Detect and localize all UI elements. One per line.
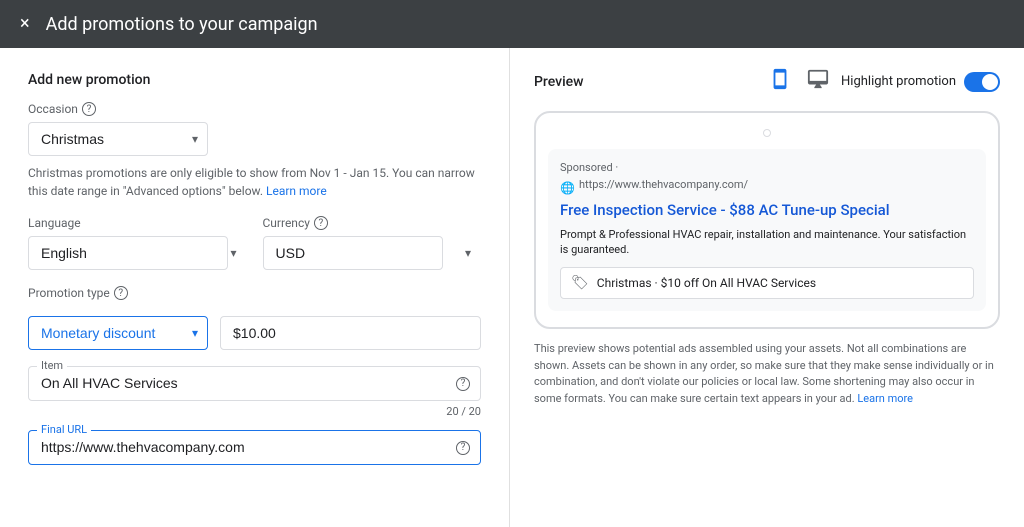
highlight-label: Highlight promotion (841, 74, 956, 89)
language-field: Language English Spanish French ▾ (28, 216, 247, 270)
promo-type-help-icon[interactable]: ? (114, 286, 128, 300)
occasion-help-icon[interactable]: ? (82, 102, 96, 116)
currency-select-wrapper: USD EUR GBP ▾ (263, 236, 482, 270)
currency-select[interactable]: USD EUR GBP (263, 236, 443, 270)
desktop-device-icon[interactable] (807, 68, 829, 95)
amount-wrapper (220, 316, 481, 350)
currency-dropdown-icon: ▾ (465, 246, 471, 260)
highlight-toggle: Highlight promotion (841, 72, 1000, 92)
promo-type-row: Monetary discount Percent discount Up to… (28, 316, 481, 350)
language-label: Language (28, 216, 247, 230)
occasion-select-wrapper: Christmas No occasion New Year's Valenti… (28, 122, 208, 156)
currency-field: Currency ? USD EUR GBP ▾ (263, 216, 482, 270)
promo-type-select-wrapper: Monetary discount Percent discount Up to… (28, 316, 208, 350)
ad-description: Prompt & Professional HVAC repair, insta… (560, 227, 974, 258)
item-input[interactable] (41, 375, 444, 391)
final-url-input[interactable] (41, 439, 444, 455)
sponsored-line: Sponsored · (560, 161, 974, 174)
ad-url-line: 🌐 https://www.thehvacompany.com/ (560, 178, 974, 197)
language-select-wrapper: English Spanish French ▾ (28, 236, 247, 270)
language-select[interactable]: English Spanish French (28, 236, 228, 270)
occasion-select[interactable]: Christmas No occasion New Year's Valenti… (28, 122, 208, 156)
item-floating-label: Item (37, 359, 67, 372)
left-panel: Add new promotion Occasion ? Christmas N… (0, 48, 510, 527)
ad-url: https://www.thehvacompany.com/ (579, 178, 748, 191)
url-field-wrapper: Final URL ? (28, 430, 481, 465)
url-floating-label: Final URL (37, 423, 91, 436)
occasion-info-text: Christmas promotions are only eligible t… (28, 164, 481, 200)
preview-title: Preview (534, 74, 757, 90)
device-icons (769, 68, 829, 95)
mobile-device-icon[interactable] (769, 68, 791, 95)
language-currency-row: Language English Spanish French ▾ Curren… (28, 216, 481, 270)
dialog-title: Add promotions to your campaign (46, 14, 318, 35)
promo-tag-text: Christmas · $10 off On All HVAC Services (597, 276, 816, 290)
globe-icon: 🌐 (560, 181, 575, 195)
promotion-tag: 🏷 Christmas · $10 off On All HVAC Servic… (560, 267, 974, 299)
item-help-icon[interactable]: ? (456, 377, 470, 391)
amount-input[interactable] (220, 316, 481, 350)
section-title: Add new promotion (28, 72, 481, 88)
preview-header: Preview Highlight promotion (534, 68, 1000, 95)
main-content: Add new promotion Occasion ? Christmas N… (0, 48, 1024, 527)
phone-top-dot (763, 129, 771, 137)
url-help-icon[interactable]: ? (456, 441, 470, 455)
occasion-label: Occasion ? (28, 102, 481, 116)
close-button[interactable]: × (20, 15, 30, 33)
tag-icon: 🏷 (571, 275, 589, 291)
title-bar: × Add promotions to your campaign (0, 0, 1024, 48)
right-panel: Preview Highlight promotion Sp (510, 48, 1024, 527)
promo-type-select[interactable]: Monetary discount Percent discount Up to… (28, 316, 208, 350)
preview-note: This preview shows potential ads assembl… (534, 341, 1000, 407)
currency-label: Currency ? (263, 216, 482, 230)
note-learn-more-link[interactable]: Learn more (857, 392, 913, 405)
ad-headline: Free Inspection Service - $88 AC Tune-up… (560, 201, 974, 221)
language-dropdown-icon: ▾ (230, 246, 236, 260)
phone-mockup: Sponsored · 🌐 https://www.thehvacompany.… (534, 111, 1000, 329)
currency-help-icon[interactable]: ? (314, 216, 328, 230)
item-field-wrapper: Item ? (28, 366, 481, 401)
highlight-toggle-switch[interactable] (964, 72, 1000, 92)
occasion-learn-more-link[interactable]: Learn more (266, 184, 327, 198)
ad-card: Sponsored · 🌐 https://www.thehvacompany.… (548, 149, 986, 311)
item-char-count: 20 / 20 (28, 405, 481, 418)
promo-type-label: Promotion type ? (28, 286, 481, 300)
